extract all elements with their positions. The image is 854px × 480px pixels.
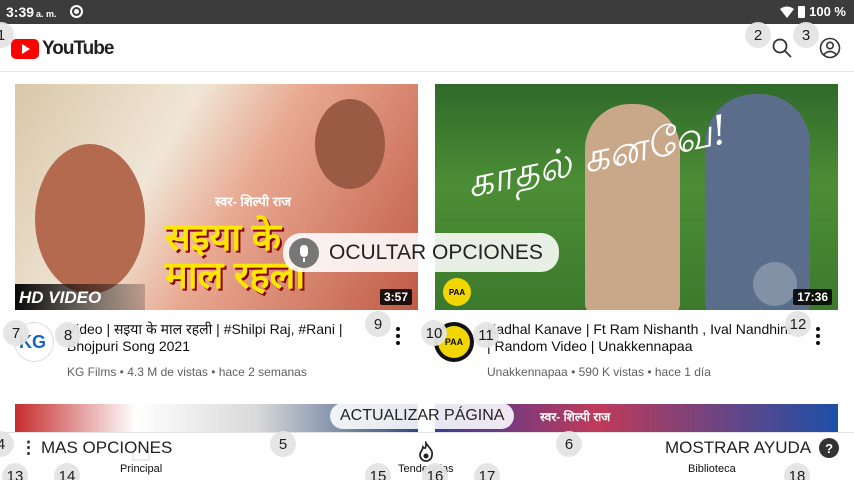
hide-options-label: OCULTAR OPCIONES	[329, 240, 543, 264]
video-meta: Unakkennapaa • 590 K vistas • hace 1 día	[487, 365, 711, 379]
thumbnail-overlay-control	[753, 262, 797, 306]
search-icon[interactable]	[771, 37, 793, 59]
thumbnail-face	[35, 144, 145, 294]
play-logo-icon	[11, 39, 39, 59]
wifi-icon	[780, 6, 795, 18]
trending-flame-icon[interactable]	[415, 441, 437, 463]
number-badge[interactable]: 5	[270, 431, 296, 457]
help-icon: ?	[819, 438, 840, 458]
video-duration: 17:36	[793, 289, 832, 305]
upload-age: hace 2 semanas	[218, 365, 307, 379]
number-badge[interactable]: 3	[793, 22, 819, 48]
status-right: 100 %	[780, 4, 846, 19]
number-badge[interactable]: 7	[3, 320, 29, 346]
video-thumbnail[interactable]: स्वर- शिल्पी राज सइया के माल रहला HD VID…	[15, 84, 418, 310]
more-vert-icon: ⋮	[20, 438, 37, 457]
notification-icon	[70, 5, 83, 18]
number-badge[interactable]: 6	[556, 431, 582, 457]
number-badge[interactable]: 11	[473, 322, 499, 348]
show-help-label: MOSTRAR AYUDA	[665, 438, 812, 457]
microphone-icon	[289, 237, 319, 268]
view-count: 590 K vistas	[578, 365, 644, 379]
refresh-page-label: ACTUALIZAR PÁGINA	[340, 407, 505, 424]
show-help-button[interactable]: MOSTRAR AYUDA ?	[657, 435, 844, 461]
hd-video-label: HD VIDEO	[15, 284, 145, 310]
number-badge[interactable]: 2	[745, 22, 771, 48]
nav-library-label[interactable]: Biblioteca	[688, 463, 736, 475]
nav-home-label[interactable]: Principal	[120, 463, 162, 475]
battery-level: 100 %	[809, 4, 846, 19]
video-title[interactable]: Video | सइया के माल रहली | #Shilpi Raj, …	[67, 321, 367, 355]
youtube-logo[interactable]: YouTube	[11, 38, 114, 60]
channel-name: KG Films	[67, 365, 117, 379]
battery-icon	[798, 5, 806, 18]
number-badge[interactable]: 8	[55, 322, 81, 348]
video-title[interactable]: Kadhal Kanave | Ft Ram Nishanth , Ival N…	[487, 321, 792, 355]
logo-wordmark: YouTube	[42, 38, 114, 59]
more-actions-icon[interactable]	[815, 327, 821, 345]
thumbnail-credit: स्वर- शिल्पी राज	[540, 410, 611, 424]
status-bar: 3:39 a. m. 100 %	[0, 0, 854, 24]
account-icon[interactable]	[819, 37, 841, 59]
video-thumbnail[interactable]: காதல் கனவே! PAA 17:36	[435, 84, 838, 310]
channel-name: Unakkennapaa	[487, 365, 568, 379]
top-app-bar: YouTube	[0, 24, 854, 72]
more-actions-icon[interactable]	[395, 327, 401, 345]
hide-options-button[interactable]: OCULTAR OPCIONES	[283, 233, 559, 272]
number-badge[interactable]: 10	[421, 320, 447, 346]
upload-age: hace 1 día	[654, 365, 711, 379]
thumbnail-face	[315, 99, 385, 189]
number-badge[interactable]: 9	[365, 311, 391, 337]
status-time: 3:39 a. m.	[6, 4, 57, 20]
video-meta: KG Films • 4.3 M de vistas • hace 2 sema…	[67, 365, 307, 379]
view-count: 4.3 M de vistas	[127, 365, 208, 379]
video-duration: 3:57	[379, 289, 412, 305]
number-badge[interactable]: 12	[785, 311, 811, 337]
refresh-page-button[interactable]: ACTUALIZAR PÁGINA	[330, 403, 515, 429]
more-options-label: MAS OPCIONES	[41, 438, 173, 457]
thumbnail-logo: PAA	[443, 278, 471, 306]
thumbnail-credit: स्वर- शिल्पी राज	[215, 194, 292, 209]
more-options-button[interactable]: ⋮ MAS OPCIONES	[16, 435, 181, 461]
